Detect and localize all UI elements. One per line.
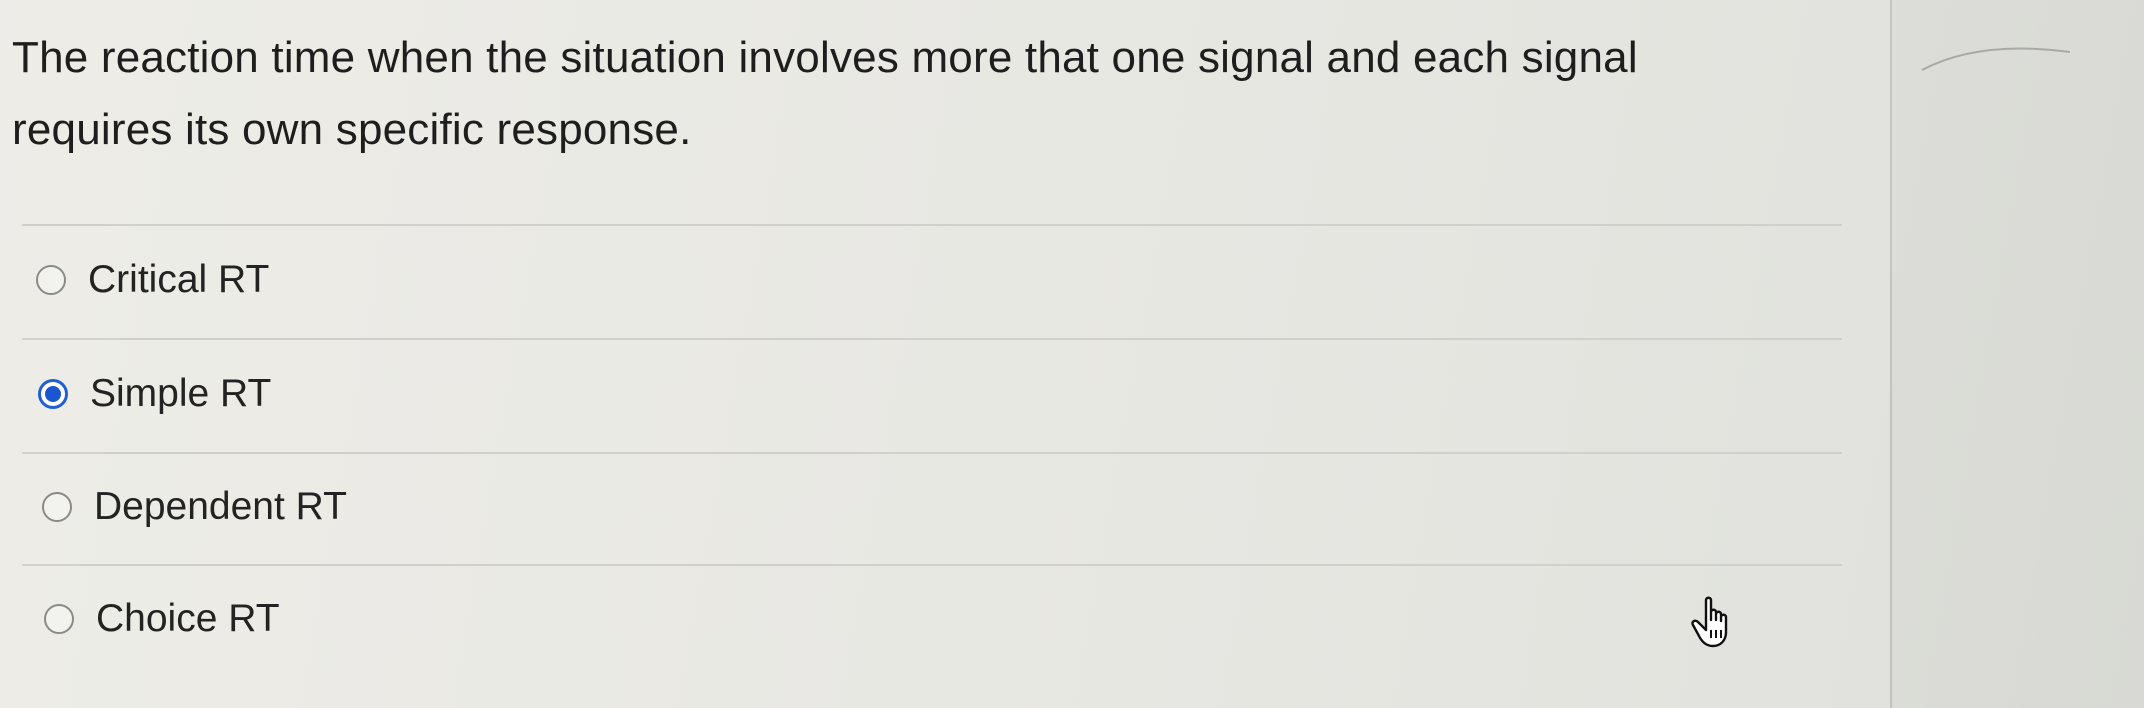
option-label: Simple RT xyxy=(90,372,272,415)
divider xyxy=(22,564,1842,566)
option-dependent-rt[interactable]: Dependent RT xyxy=(42,477,347,537)
pencil-mark xyxy=(1921,47,2071,71)
option-simple-rt[interactable]: Simple RT xyxy=(38,364,271,424)
question-text: The reaction time when the situation inv… xyxy=(12,33,1638,154)
radio-selected-icon[interactable] xyxy=(38,379,68,409)
question-panel: The reaction time when the situation inv… xyxy=(0,0,1892,708)
radio-empty-icon[interactable] xyxy=(42,492,72,522)
option-choice-rt[interactable]: Choice RT xyxy=(44,589,280,649)
option-critical-rt[interactable]: Critical RT xyxy=(36,250,269,310)
divider xyxy=(22,224,1842,226)
option-label: Choice RT xyxy=(96,597,280,640)
divider xyxy=(22,338,1842,340)
radio-empty-icon[interactable] xyxy=(44,604,74,634)
radio-empty-icon[interactable] xyxy=(36,265,66,295)
option-label: Dependent RT xyxy=(94,485,347,528)
hand-pointer-icon xyxy=(1691,596,1728,648)
divider xyxy=(22,452,1842,454)
option-label: Critical RT xyxy=(88,258,270,301)
